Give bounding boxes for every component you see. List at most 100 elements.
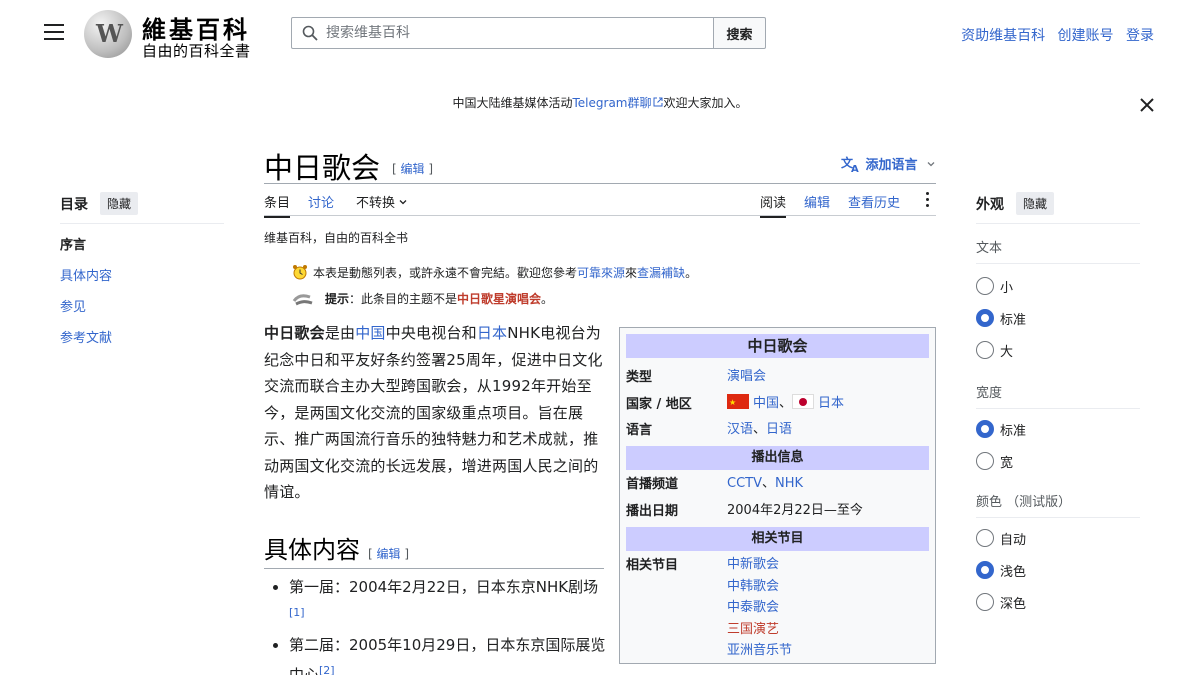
- close-notice-icon[interactable]: [1137, 95, 1157, 115]
- add-language-button[interactable]: 文 A 添加语言: [841, 154, 936, 175]
- svg-text:A: A: [851, 164, 859, 173]
- personal-tools: 资助维基百科 创建账号 登录: [953, 25, 1154, 45]
- toc-item-see-also[interactable]: 参见: [60, 300, 86, 315]
- width-standard-radio[interactable]: 标准: [976, 413, 1140, 445]
- width-label: 宽度: [976, 386, 1003, 401]
- list-item: 第二届：2005年10月29日，日本东京国际展览中心[2]: [289, 633, 607, 675]
- section-title: 具体内容: [264, 536, 360, 564]
- page-title: 中日歌会: [264, 151, 381, 185]
- search-icon: [302, 25, 318, 41]
- chinese-language-link[interactable]: 汉语: [727, 422, 753, 437]
- infobox-row-channel: 首播频道 CCTV、NHK: [626, 476, 804, 492]
- notice-text-end: 欢迎大家加入。: [663, 96, 748, 110]
- tab-article[interactable]: 条目: [264, 192, 291, 218]
- login-link[interactable]: 登录: [1126, 28, 1154, 44]
- site-notice: 中国大陆维基媒体活动Telegram群聊 欢迎大家加入。: [0, 94, 1200, 111]
- toc-item-references[interactable]: 参考文献: [60, 331, 112, 346]
- reference-link[interactable]: [1]: [289, 606, 305, 619]
- disambiguation-redlink[interactable]: 中日歌星演唱会: [457, 292, 541, 306]
- related-program-link[interactable]: 中泰歌会: [727, 600, 779, 615]
- nhk-link[interactable]: NHK: [775, 476, 803, 491]
- lead-paragraph: 中日歌会是由中国中央电视台和日本NHK电视台为纪念中日和平友好条约签署25周年，…: [264, 324, 603, 501]
- concert-link[interactable]: 演唱会: [727, 369, 766, 384]
- japan-flag-icon: [792, 394, 815, 409]
- infobox-china-link[interactable]: 中国: [753, 396, 779, 411]
- disambiguation-hatnote: 提示：此条目的主题不是中日歌星演唱会。: [292, 290, 553, 307]
- section-heading: 具体内容 [ 编辑 ]: [264, 530, 604, 569]
- color-auto-radio[interactable]: 自动: [976, 522, 1140, 554]
- alarm-clock-icon: [293, 265, 307, 280]
- china-flag-icon: [727, 392, 749, 414]
- infobox-row-related: 相关节目 中新歌会 中韩歌会 中泰歌会 三国演艺 亚洲音乐节: [626, 557, 793, 658]
- appearance-hide-button[interactable]: 隐藏: [1016, 192, 1055, 215]
- related-program-redlink[interactable]: 三国演艺: [727, 622, 779, 637]
- infobox-related-header: 相关节目: [626, 527, 929, 551]
- color-label: 颜色 （测试版）: [976, 495, 1072, 510]
- dynamic-list-hatnote: 本表是動態列表，或許永遠不會完結。歡迎您參考可靠來源來查漏補缺。: [292, 264, 697, 281]
- china-link[interactable]: 中国: [355, 324, 385, 342]
- main-menu-icon[interactable]: [44, 24, 64, 42]
- color-dark-radio[interactable]: 深色: [976, 586, 1140, 618]
- reference-link[interactable]: [2]: [319, 664, 335, 675]
- donate-link[interactable]: 资助维基百科: [961, 28, 1045, 44]
- text-size-large-radio[interactable]: 大: [976, 334, 1140, 366]
- site-subtitle: 维基百科，自由的百科全书: [264, 231, 409, 245]
- reliable-sources-link[interactable]: 可靠來源: [577, 266, 625, 280]
- tab-edit[interactable]: 编辑: [804, 192, 830, 211]
- wikipedia-logo[interactable]: 維基百科 自由的百科全書: [84, 8, 264, 60]
- toc-hide-button[interactable]: 隐藏: [100, 192, 139, 215]
- tab-history[interactable]: 查看历史: [848, 192, 900, 211]
- width-wide-radio[interactable]: 宽: [976, 445, 1140, 477]
- toc-item-content[interactable]: 具体内容: [60, 269, 112, 284]
- page-tabs: 条目 讨论 不转换 阅读 编辑 查看历史: [264, 184, 936, 218]
- chevron-down-icon: [399, 200, 407, 205]
- infobox-row-country: 国家 / 地区 中国、日本: [626, 392, 929, 419]
- search-button[interactable]: 搜索: [714, 17, 766, 49]
- infobox-japan-link[interactable]: 日本: [818, 396, 844, 411]
- related-program-link[interactable]: 中新歌会: [727, 557, 779, 572]
- chevron-down-icon: [927, 162, 935, 167]
- infobox-broadcast-header: 播出信息: [626, 446, 929, 470]
- external-link-icon: [653, 97, 662, 107]
- more-actions-icon[interactable]: [926, 192, 930, 210]
- appearance-panel: 外观 隐藏 文本 小 标准 大 宽度 标准 宽 颜色 （测试版） 自动 浅色 深…: [976, 192, 1140, 618]
- event-list: 第一届：2004年2月22日，日本东京NHK剧场[1] 第二届：2005年10月…: [289, 575, 607, 675]
- table-of-contents: 目录 隐藏 序言 具体内容 参见 参考文献: [60, 192, 224, 359]
- tab-variant[interactable]: 不转换: [356, 192, 408, 211]
- disambiguation-arrows-icon: [292, 294, 313, 306]
- text-size-small-radio[interactable]: 小: [976, 270, 1140, 302]
- color-light-radio[interactable]: 浅色: [976, 554, 1140, 586]
- notice-text: 中国大陆维基媒体活动: [452, 96, 573, 110]
- japan-link[interactable]: 日本: [477, 324, 507, 342]
- infobox-row-language: 语言 汉语、日语: [626, 422, 793, 438]
- text-size-label: 文本: [976, 241, 1003, 256]
- section-edit-link[interactable]: 编辑: [377, 547, 401, 561]
- text-size-standard-radio[interactable]: 标准: [976, 302, 1140, 334]
- translate-icon: 文A: [841, 155, 859, 175]
- create-account-link[interactable]: 创建账号: [1058, 28, 1114, 44]
- main-content: 中日歌会 [ 编辑 ] 文 A 添加语言 条目 讨论 不转换 阅读 编辑 查看历史 …: [264, 140, 936, 675]
- list-item: 第一届：2004年2月22日，日本东京NHK剧场[1]: [289, 575, 607, 630]
- toc-item-lead[interactable]: 序言: [60, 235, 224, 266]
- fill-gaps-link[interactable]: 查漏補缺: [637, 266, 685, 280]
- appearance-title: 外观: [976, 196, 1004, 213]
- japanese-language-link[interactable]: 日语: [766, 422, 792, 437]
- toc-title: 目录: [60, 196, 88, 213]
- telegram-link[interactable]: Telegram群聊: [573, 96, 652, 110]
- search-input[interactable]: [326, 25, 713, 41]
- related-program-link[interactable]: 亚洲音乐节: [727, 643, 792, 658]
- logo-tagline: 自由的百科全書: [142, 42, 251, 60]
- infobox-row-type: 类型 演唱会: [626, 369, 767, 385]
- globe-logo-icon: [84, 10, 132, 58]
- section-edit: [ 编辑 ]: [368, 547, 410, 561]
- search-box[interactable]: [291, 17, 714, 49]
- tab-talk[interactable]: 讨论: [308, 192, 334, 211]
- tab-read[interactable]: 阅读: [760, 192, 787, 218]
- cctv-link[interactable]: CCTV: [727, 476, 762, 491]
- infobox-row-date: 播出日期 2004年2月22日—至今: [626, 503, 863, 519]
- title-edit: [ 编辑 ]: [392, 162, 434, 176]
- infobox-title: 中日歌会: [626, 334, 929, 358]
- title-edit-link[interactable]: 编辑: [401, 162, 425, 176]
- header: 維基百科 自由的百科全書 搜索 资助维基百科 创建账号 登录: [0, 0, 1200, 70]
- related-program-link[interactable]: 中韩歌会: [727, 579, 779, 594]
